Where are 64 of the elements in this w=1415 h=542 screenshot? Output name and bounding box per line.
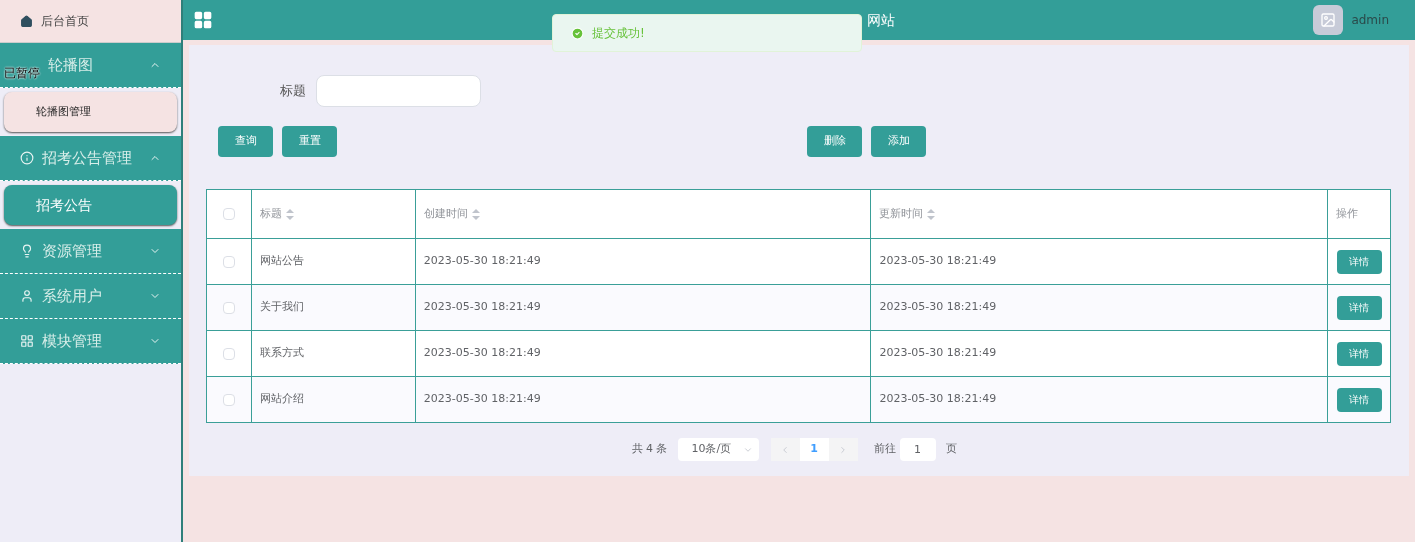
next-page-button[interactable] xyxy=(828,438,858,461)
grid-icon xyxy=(20,334,34,348)
checkbox[interactable] xyxy=(222,393,235,406)
avatar[interactable] xyxy=(1313,5,1344,35)
detail-button[interactable]: 详情 xyxy=(1336,387,1382,412)
table-cell: 2023-05-30 18:21:49 xyxy=(879,254,997,268)
menu-group[interactable]: 系统用户 xyxy=(0,274,181,319)
menu-group[interactable]: 资源管理 xyxy=(0,229,181,274)
table-cell: 网站介绍 xyxy=(259,392,304,406)
submenu-item[interactable]: 轮播图管理 xyxy=(4,92,177,132)
goto-label: 前往 xyxy=(873,441,896,458)
sort-icon[interactable] xyxy=(285,208,294,220)
action-button[interactable]: 添加 xyxy=(871,126,926,157)
title-input[interactable] xyxy=(316,75,481,107)
page-button[interactable]: 1 xyxy=(799,438,829,461)
page-size-select[interactable]: 10条/页 xyxy=(677,438,759,461)
table-cell: 2023-05-30 18:21:49 xyxy=(423,346,541,360)
image-icon xyxy=(1320,12,1337,28)
table-cell: 关于我们 xyxy=(259,300,304,314)
menu-group[interactable]: 招考公告管理 xyxy=(0,136,181,181)
action-button[interactable]: 重置 xyxy=(282,126,337,157)
username[interactable]: admin xyxy=(1351,11,1389,29)
page-suffix: 页 xyxy=(945,441,957,458)
sort-icon[interactable] xyxy=(471,208,480,220)
field-label: 标题 xyxy=(280,82,306,101)
checkbox[interactable] xyxy=(222,255,235,268)
column-header: 标题 xyxy=(259,205,282,222)
info-icon xyxy=(20,151,34,165)
table-cell: 2023-05-30 18:21:49 xyxy=(879,346,997,360)
table-cell: 2023-05-30 18:21:49 xyxy=(423,392,541,406)
column-header: 创建时间 xyxy=(423,205,468,222)
table-cell: 2023-05-30 18:21:49 xyxy=(879,300,997,314)
column-header: 更新时间 xyxy=(879,205,924,222)
action-button[interactable]: 删除 xyxy=(807,126,862,157)
chevron-left-icon xyxy=(780,444,790,455)
action-button[interactable]: 查询 xyxy=(218,126,273,157)
page-input[interactable]: 1 xyxy=(899,438,936,461)
table-cell: 联系方式 xyxy=(259,346,304,360)
menu-icon[interactable] xyxy=(193,10,213,30)
checkbox[interactable] xyxy=(222,208,235,220)
menu-group[interactable]: 模块管理 xyxy=(0,319,181,364)
submenu-item[interactable]: 招考公告 xyxy=(4,185,177,225)
paused-label: 已暂停 xyxy=(4,65,40,82)
detail-button[interactable]: 详情 xyxy=(1336,249,1382,274)
column-header: 操作 xyxy=(1335,205,1358,222)
detail-button[interactable]: 详情 xyxy=(1336,295,1382,320)
detail-button[interactable]: 详情 xyxy=(1336,341,1382,366)
check-icon xyxy=(571,26,584,40)
sort-icon[interactable] xyxy=(927,208,936,220)
checkbox[interactable] xyxy=(222,301,235,314)
table-cell: 网站公告 xyxy=(259,254,304,268)
home-icon xyxy=(20,14,33,28)
toast: 提交成功! xyxy=(552,14,862,52)
checkbox[interactable] xyxy=(222,347,235,360)
chevron-right-icon xyxy=(838,444,848,455)
home-menu-item[interactable]: 后台首页 xyxy=(0,0,181,43)
table-cell: 2023-05-30 18:21:49 xyxy=(879,392,997,406)
table-cell: 2023-05-30 18:21:49 xyxy=(423,254,541,268)
prev-page-button[interactable] xyxy=(770,438,800,461)
lightbulb-icon xyxy=(20,244,34,258)
site-title: 网站 xyxy=(867,10,895,30)
table-cell: 2023-05-30 18:21:49 xyxy=(423,300,541,314)
user-icon xyxy=(20,289,34,303)
total-count: 共 4 条 xyxy=(631,441,668,458)
